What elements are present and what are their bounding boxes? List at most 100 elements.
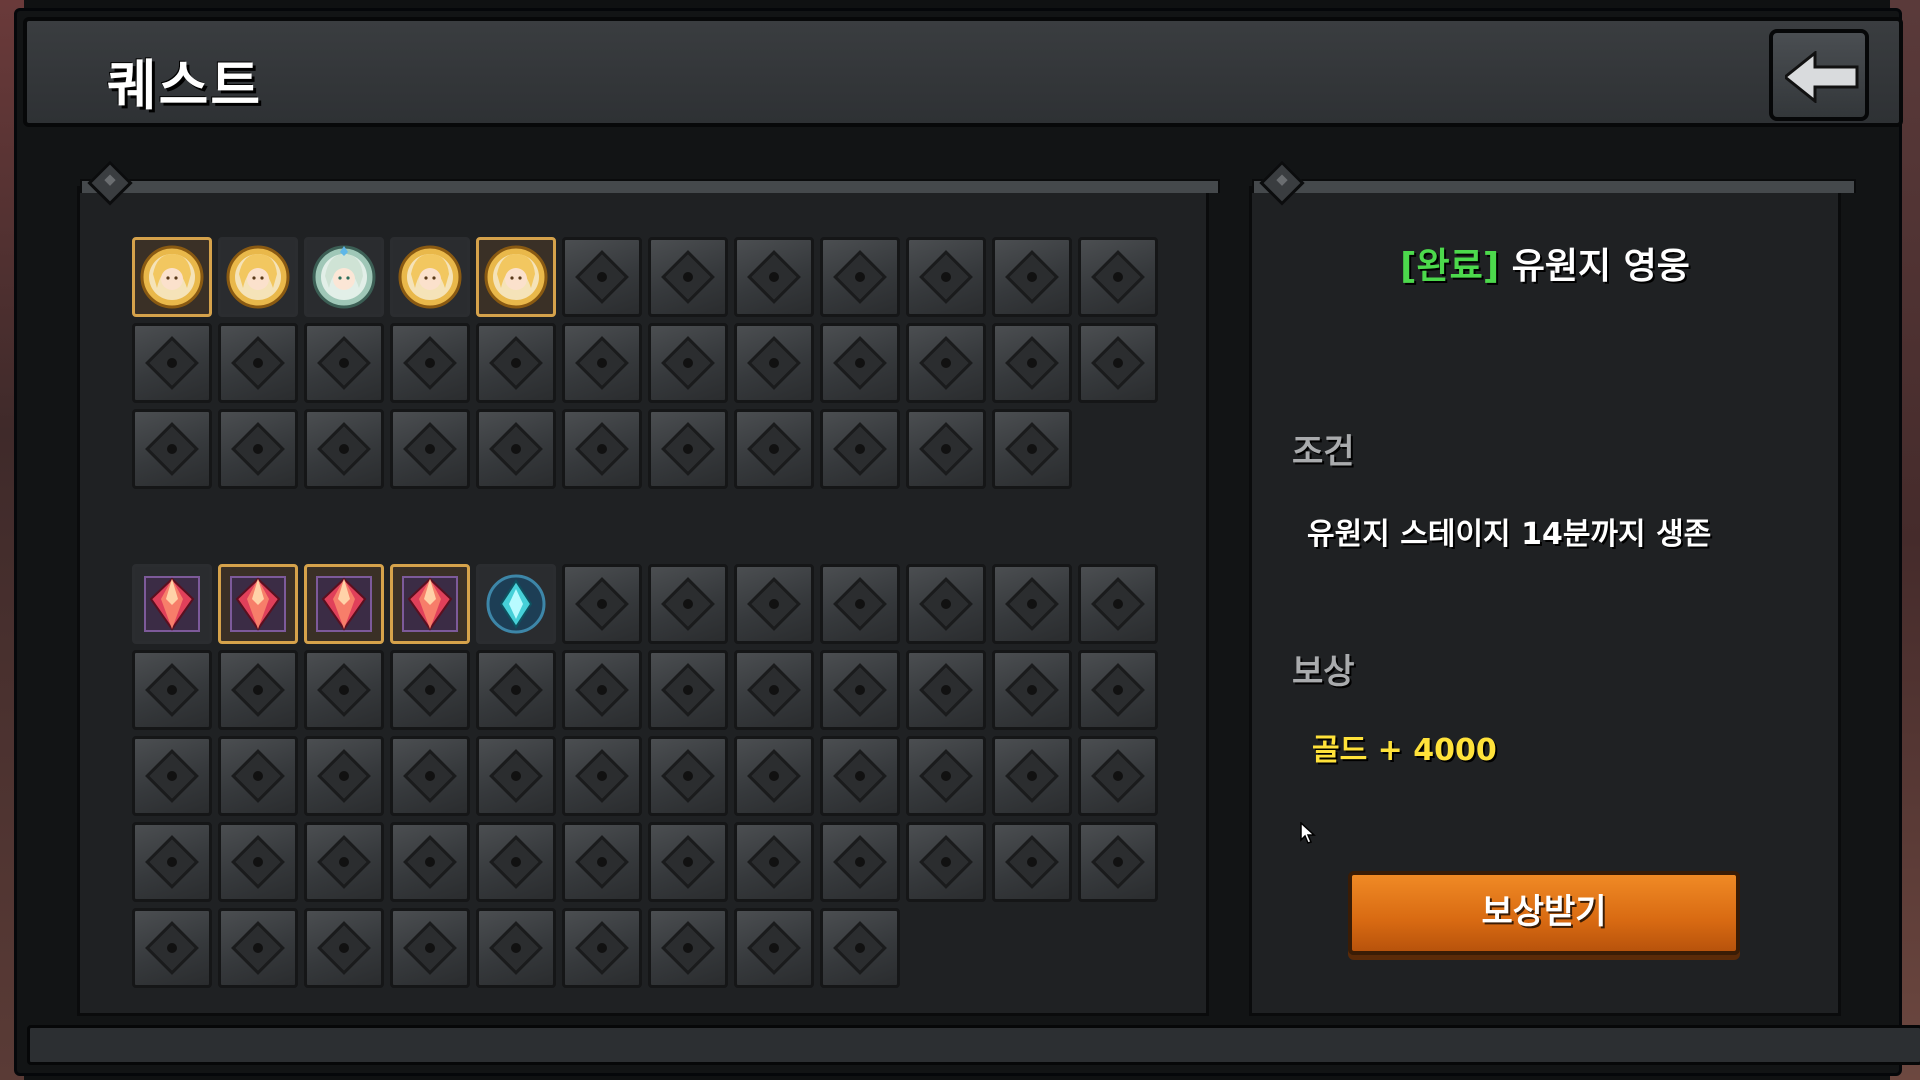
crystal-quest-slot[interactable]	[304, 650, 384, 730]
crystal-quest-slot[interactable]	[390, 822, 470, 902]
crystal-quest-slot[interactable]	[734, 564, 814, 644]
crystal-quest-slot[interactable]	[734, 822, 814, 902]
crystal-quest-slot[interactable]	[390, 908, 470, 988]
crystal-quest-slot[interactable]	[734, 908, 814, 988]
crystal-quest-slot[interactable]	[476, 650, 556, 730]
crystal-quest-slot[interactable]	[906, 650, 986, 730]
back-button[interactable]	[1769, 29, 1869, 121]
hero-quest-slot[interactable]	[648, 237, 728, 317]
hero-quest-slot[interactable]	[992, 323, 1072, 403]
hero-quest-slot[interactable]	[562, 237, 642, 317]
crystal-quest-slot[interactable]	[992, 564, 1072, 644]
lock-icon	[1005, 336, 1059, 390]
crystal-quest-slot[interactable]	[476, 736, 556, 816]
hero-quest-slot[interactable]	[1078, 323, 1158, 403]
crystal-quest-slot[interactable]	[390, 564, 497, 644]
hero-quest-slot[interactable]	[304, 237, 384, 317]
hero-quest-slot[interactable]	[218, 237, 298, 317]
crystal-quest-slot[interactable]	[132, 650, 212, 730]
crystal-quest-slot[interactable]	[820, 908, 900, 988]
hero-quest-slot[interactable]	[390, 237, 470, 317]
hero-quest-slot[interactable]	[390, 409, 470, 489]
hero-quest-slot[interactable]	[820, 237, 900, 317]
crystal-quest-slot[interactable]	[1078, 736, 1158, 816]
crystal-quest-slot[interactable]	[820, 822, 900, 902]
hero-quest-slot[interactable]	[992, 409, 1072, 489]
crystal-quest-slot[interactable]	[1078, 822, 1158, 902]
crystal-quest-slot[interactable]	[1078, 564, 1158, 644]
hero-quest-slot[interactable]	[906, 237, 986, 317]
hero-quest-slot[interactable]	[304, 323, 384, 403]
crystal-quest-slot[interactable]	[562, 822, 642, 902]
crystal-quest-slot[interactable]	[992, 822, 1072, 902]
lock-icon	[575, 336, 629, 390]
claim-reward-button[interactable]: 보상받기	[1348, 871, 1740, 955]
lock-icon	[747, 336, 801, 390]
crystal-quest-slot[interactable]	[476, 908, 556, 988]
crystal-quest-slot[interactable]	[132, 564, 212, 644]
crystal-quest-slot[interactable]	[476, 564, 556, 644]
crystal-quest-slot[interactable]	[218, 650, 298, 730]
crystal-quest-slot[interactable]	[476, 822, 556, 902]
crystal-quest-slot[interactable]	[562, 908, 642, 988]
crystal-quest-slot[interactable]	[648, 736, 728, 816]
hero-quest-slot[interactable]	[218, 323, 298, 403]
hero-quest-slot[interactable]	[476, 409, 556, 489]
crystal-quest-slot[interactable]	[562, 564, 642, 644]
crystal-quest-slot[interactable]	[906, 822, 986, 902]
crystal-quest-slot[interactable]	[304, 736, 384, 816]
crystal-quest-slot[interactable]	[390, 736, 470, 816]
crystal-quest-slot[interactable]	[820, 736, 900, 816]
crystal-quest-slot[interactable]	[218, 908, 298, 988]
crystal-quest-slot[interactable]	[562, 650, 642, 730]
hero-quest-slot[interactable]	[992, 237, 1072, 317]
crystal-quest-slot[interactable]	[390, 650, 470, 730]
crystal-quest-slot[interactable]	[648, 908, 728, 988]
hero-quest-slot[interactable]	[562, 323, 642, 403]
hero-quest-slot[interactable]	[906, 323, 986, 403]
crystal-quest-slot[interactable]	[906, 736, 986, 816]
hero-quest-slot[interactable]	[390, 323, 470, 403]
crystal-quest-slot[interactable]	[304, 822, 384, 902]
hero-quest-slot[interactable]	[304, 409, 384, 489]
hero-quest-slot[interactable]	[562, 409, 642, 489]
crystal-quest-slot[interactable]	[820, 564, 900, 644]
hero-quest-slot[interactable]	[734, 409, 814, 489]
hero-quest-slot[interactable]	[648, 323, 728, 403]
hero-quest-slot[interactable]	[820, 409, 900, 489]
crystal-quest-slot[interactable]	[1078, 650, 1158, 730]
hero-quest-slot[interactable]	[476, 323, 556, 403]
hero-quest-slot[interactable]	[734, 323, 814, 403]
hero-quest-slot[interactable]	[476, 237, 556, 317]
crystal-quest-slot[interactable]	[648, 564, 728, 644]
crystal-quest-slot[interactable]	[218, 822, 298, 902]
hero-quest-slot[interactable]	[1078, 237, 1158, 317]
crystal-quest-grid	[132, 564, 1158, 988]
hero-quest-slot[interactable]	[734, 237, 814, 317]
crystal-quest-slot[interactable]	[992, 736, 1072, 816]
crystal-quest-slot[interactable]	[734, 650, 814, 730]
crystal-quest-slot[interactable]	[734, 736, 814, 816]
hero-quest-slot[interactable]	[906, 409, 986, 489]
crystal-quest-slot[interactable]	[648, 822, 728, 902]
hero-quest-slot[interactable]	[132, 237, 212, 317]
crystal-quest-slot[interactable]	[132, 736, 212, 816]
hero-quest-slot[interactable]	[648, 409, 728, 489]
hero-quest-slot[interactable]	[820, 323, 900, 403]
hero-quest-slot[interactable]	[218, 409, 298, 489]
crystal-quest-slot[interactable]	[132, 908, 212, 988]
hero-quest-slot[interactable]	[132, 409, 212, 489]
crystal-quest-slot[interactable]	[218, 564, 298, 644]
crystal-quest-slot[interactable]	[304, 564, 384, 644]
lock-icon	[747, 422, 801, 476]
crystal-quest-slot[interactable]	[648, 650, 728, 730]
lock-icon	[575, 835, 629, 889]
crystal-quest-slot[interactable]	[132, 822, 212, 902]
crystal-quest-slot[interactable]	[820, 650, 900, 730]
crystal-quest-slot[interactable]	[304, 908, 384, 988]
crystal-quest-slot[interactable]	[562, 736, 642, 816]
hero-quest-slot[interactable]	[132, 323, 212, 403]
crystal-quest-slot[interactable]	[906, 564, 986, 644]
crystal-quest-slot[interactable]	[218, 736, 298, 816]
crystal-quest-slot[interactable]	[992, 650, 1072, 730]
